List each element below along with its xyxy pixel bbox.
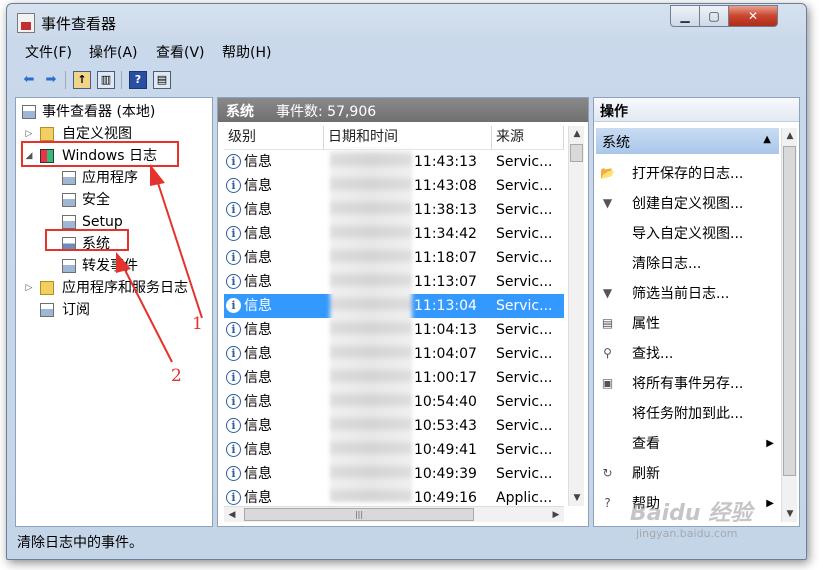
annotation-arrows [116, 164, 203, 363]
watermark: Baidu 经验 [630, 501, 753, 526]
watermark-url: jingyan.baidu.com [636, 527, 738, 540]
annotation-number-2: 2 [171, 366, 182, 386]
annotation-number-1: 1 [192, 314, 203, 334]
